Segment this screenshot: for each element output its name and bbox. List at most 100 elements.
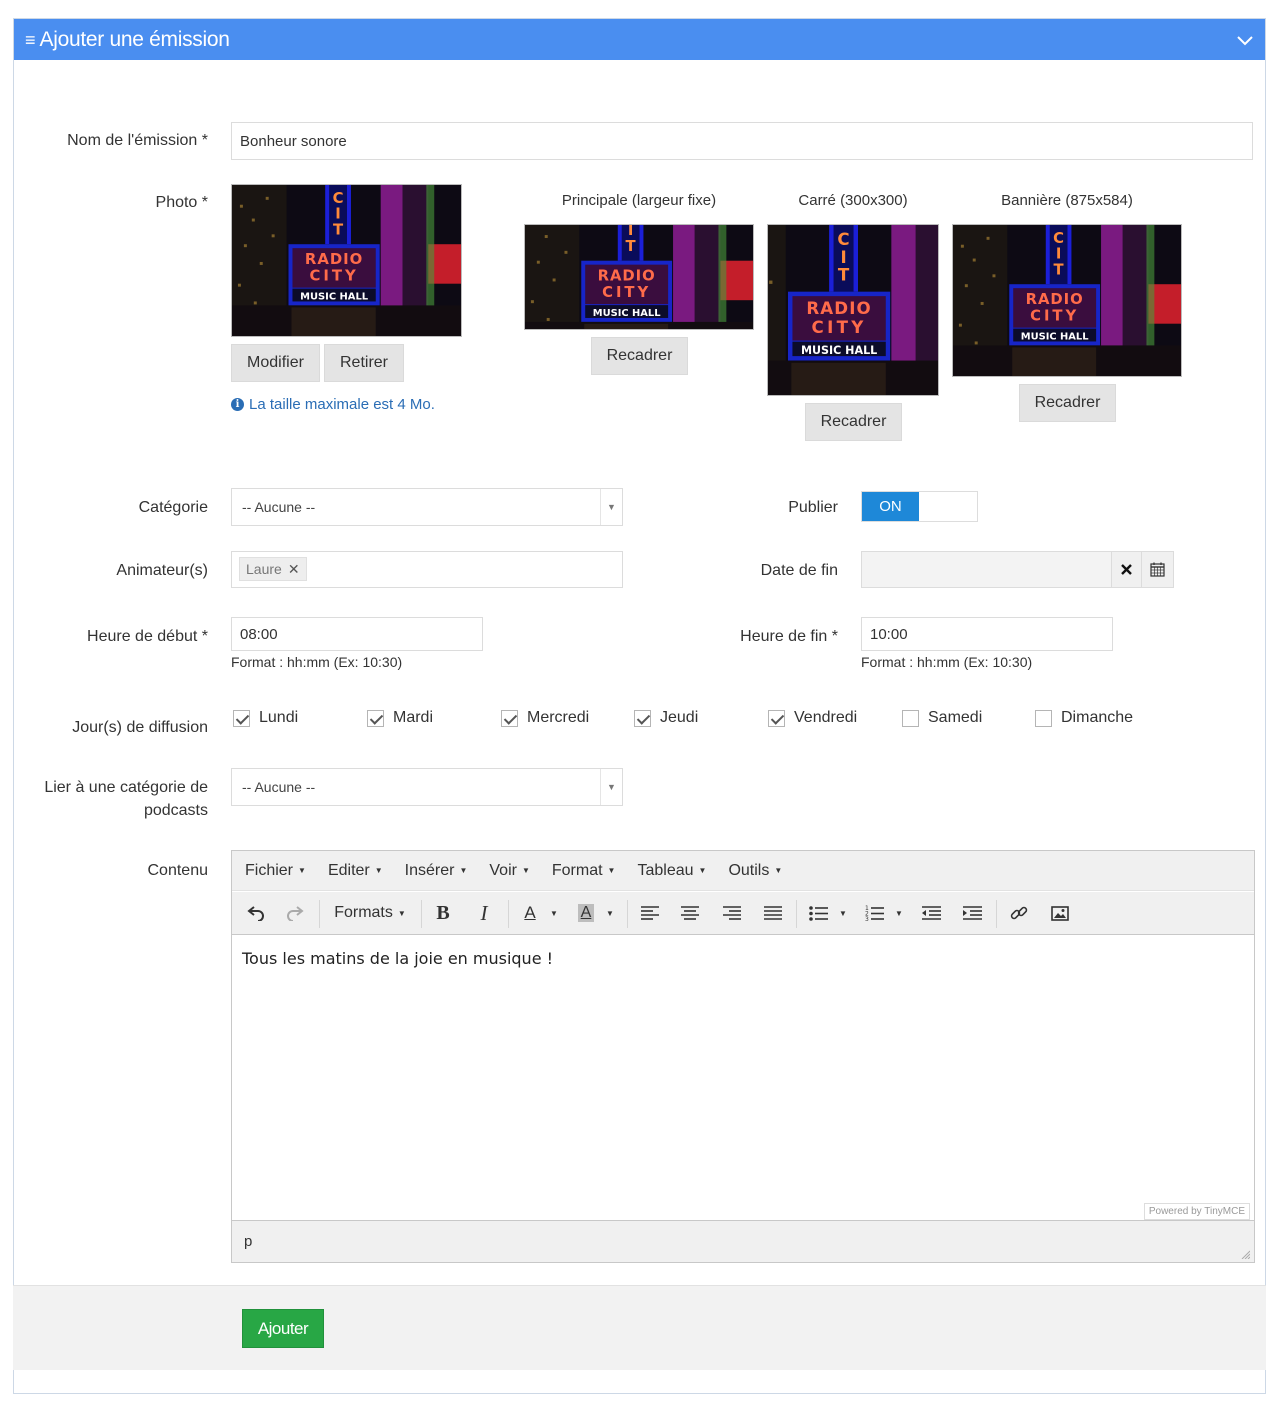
menu-insert[interactable]: Insérer ▼	[405, 862, 468, 880]
checkbox[interactable]	[634, 709, 651, 727]
day-tuesday[interactable]: Mardi	[367, 709, 433, 727]
svg-text:CITY: CITY	[602, 284, 651, 301]
svg-text:T: T	[333, 221, 344, 238]
info-icon: i	[231, 398, 244, 411]
editor-content[interactable]: Tous les matins de la joie en musique !	[232, 935, 1254, 1220]
checkbox[interactable]	[501, 709, 518, 727]
end-time-value: 10:00	[870, 625, 908, 643]
caret-down-icon[interactable]: ▼	[603, 898, 617, 928]
svg-text:MUSIC HALL: MUSIC HALL	[593, 308, 661, 319]
link-icon[interactable]	[1007, 898, 1031, 928]
calendar-button[interactable]	[1141, 551, 1174, 588]
crop-banner-button[interactable]: Recadrer	[1019, 384, 1116, 422]
remove-button[interactable]: Retirer	[324, 344, 404, 382]
formats-label: Formats	[334, 904, 393, 921]
text-color-icon[interactable]: A	[518, 898, 542, 928]
bold-icon[interactable]: B	[431, 898, 455, 928]
toolbar-separator	[421, 900, 422, 928]
toolbar-separator	[508, 900, 509, 928]
checkbox[interactable]	[768, 709, 785, 727]
podcast-category-select[interactable]: -- Aucune -- ▼	[231, 768, 623, 806]
remove-tag-icon[interactable]: ✕	[288, 561, 300, 578]
crop-main-button[interactable]: Recadrer	[591, 337, 688, 375]
checkbox[interactable]	[902, 709, 919, 727]
clear-date-button[interactable]	[1111, 551, 1142, 588]
crop-main-title: Principale (largeur fixe)	[561, 192, 717, 209]
calendar-icon	[1150, 562, 1165, 577]
svg-text:I: I	[335, 206, 341, 223]
checkbox[interactable]	[1035, 709, 1052, 727]
crop-square-title: Carré (300x300)	[798, 192, 908, 209]
redo-icon[interactable]	[282, 898, 308, 928]
align-right-icon[interactable]	[720, 898, 744, 928]
end-time-input[interactable]: 10:00	[861, 617, 1113, 651]
chevron-down-icon[interactable]	[1235, 30, 1255, 50]
undo-icon[interactable]	[243, 898, 269, 928]
caret-down-icon: ▼	[298, 866, 306, 875]
photo-label: Photo *	[155, 194, 208, 211]
outdent-icon[interactable]	[919, 898, 943, 928]
element-path[interactable]: p	[244, 1233, 252, 1250]
menu-table[interactable]: Tableau ▼	[637, 862, 706, 880]
align-center-icon[interactable]	[678, 898, 702, 928]
image-icon[interactable]	[1048, 898, 1072, 928]
day-label: Dimanche	[1061, 709, 1134, 726]
menu-edit[interactable]: Editer ▼	[328, 862, 383, 880]
svg-text:RADIO: RADIO	[806, 299, 871, 318]
publish-label: Publier	[788, 499, 838, 516]
day-sunday[interactable]: Dimanche	[1035, 709, 1133, 727]
menu-view[interactable]: Voir ▼	[489, 862, 530, 880]
editor-body-text: Tous les matins de la joie en musique !	[242, 949, 554, 968]
align-left-icon[interactable]	[638, 898, 662, 928]
crop-banner-title: Bannière (875x584)	[1001, 192, 1133, 209]
menu-icon: ≡	[25, 29, 36, 50]
end-date-input[interactable]	[861, 551, 1113, 588]
end-time-label: Heure de fin *	[740, 628, 838, 645]
crop-square-preview: C I T RADIO CITY MUSIC HALL	[767, 224, 939, 396]
resize-handle-icon[interactable]	[1240, 1249, 1250, 1259]
crop-square-button[interactable]: Recadrer	[805, 403, 902, 441]
caret-down-icon[interactable]: ▼	[836, 898, 850, 928]
name-input[interactable]: Bonheur sonore	[231, 122, 1253, 160]
category-select[interactable]: -- Aucune -- ▼	[231, 488, 623, 526]
indent-icon[interactable]	[960, 898, 984, 928]
caret-down-icon: ▼	[774, 866, 783, 875]
max-size-hint-text: La taille maximale est 4 Mo.	[249, 396, 435, 413]
checkbox[interactable]	[233, 709, 250, 727]
menu-label: Tableau	[637, 861, 694, 879]
caret-down-icon[interactable]: ▼	[892, 898, 906, 928]
day-wednesday[interactable]: Mercredi	[501, 709, 589, 727]
menu-format[interactable]: Format ▼	[552, 862, 616, 880]
day-saturday[interactable]: Samedi	[902, 709, 982, 727]
checkbox[interactable]	[367, 709, 384, 727]
caret-down-icon[interactable]: ▼	[547, 898, 561, 928]
svg-text:T: T	[1054, 261, 1065, 278]
formats-dropdown[interactable]: Formats ▼	[331, 898, 409, 928]
modify-button[interactable]: Modifier	[231, 344, 320, 382]
powered-by-label[interactable]: Powered by TinyMCE	[1143, 1203, 1250, 1220]
publish-toggle[interactable]: ON	[861, 491, 978, 522]
bullet-list-icon[interactable]	[806, 898, 830, 928]
background-color-icon[interactable]: A	[574, 898, 598, 928]
day-monday[interactable]: Lundi	[233, 709, 298, 727]
italic-icon[interactable]: I	[472, 898, 496, 928]
publish-toggle-on: ON	[862, 492, 919, 521]
svg-text:MUSIC HALL: MUSIC HALL	[801, 344, 877, 357]
max-size-hint: i La taille maximale est 4 Mo.	[231, 396, 435, 413]
align-justify-icon[interactable]	[761, 898, 785, 928]
start-time-label: Heure de début *	[87, 628, 208, 645]
podcast-label-line1: Lier à une catégorie de	[44, 779, 208, 796]
toolbar-separator	[319, 900, 320, 928]
start-time-input[interactable]: 08:00	[231, 617, 483, 651]
menu-file[interactable]: Fichier ▼	[245, 862, 306, 880]
day-label: Vendredi	[794, 709, 858, 726]
panel-header[interactable]: ≡ Ajouter une émission	[14, 19, 1265, 60]
svg-text:C: C	[333, 190, 344, 207]
start-time-format: Format : hh:mm (Ex: 10:30)	[231, 654, 403, 670]
menu-tools[interactable]: Outils ▼	[728, 862, 782, 880]
day-friday[interactable]: Vendredi	[768, 709, 857, 727]
name-label: Nom de l'émission *	[67, 132, 208, 149]
menu-label: Voir	[489, 861, 517, 879]
numbered-list-icon[interactable]: 123	[862, 898, 886, 928]
day-thursday[interactable]: Jeudi	[634, 709, 698, 727]
